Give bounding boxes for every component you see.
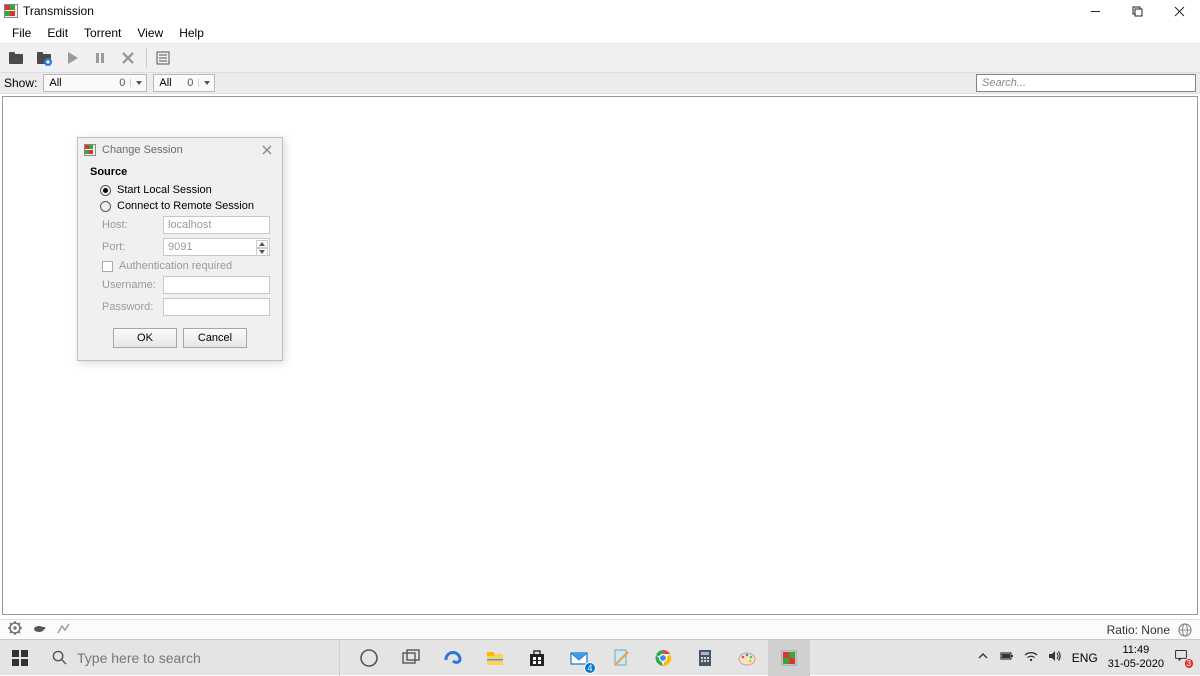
app-icon — [84, 144, 96, 156]
menu-bar: File Edit Torrent View Help — [0, 22, 1200, 44]
file-explorer-icon[interactable] — [474, 640, 516, 676]
volume-icon[interactable] — [1048, 649, 1062, 666]
stats-icon[interactable] — [56, 621, 70, 638]
window-titlebar: Transmission — [0, 0, 1200, 22]
clock-date: 31-05-2020 — [1108, 658, 1164, 671]
action-center-icon[interactable]: 3 — [1174, 649, 1192, 667]
taskbar-search[interactable]: Type here to search — [40, 640, 340, 676]
language-indicator[interactable]: ENG — [1072, 651, 1098, 665]
clock-time: 11:49 — [1108, 644, 1164, 657]
ok-button[interactable]: OK — [113, 328, 177, 348]
password-label: Password: — [102, 301, 157, 313]
radio-local-label[interactable]: Start Local Session — [117, 184, 212, 196]
wifi-icon[interactable] — [1024, 649, 1038, 666]
dialog-section-source: Source — [90, 166, 270, 178]
tray-chevron-icon[interactable] — [976, 649, 990, 666]
filter-bar: Show: All 0 All 0 Search... — [0, 72, 1200, 94]
battery-icon[interactable] — [1000, 649, 1014, 666]
taskbar-search-placeholder: Type here to search — [77, 650, 201, 666]
close-button[interactable] — [1158, 0, 1200, 22]
menu-view[interactable]: View — [129, 23, 171, 43]
store-icon[interactable] — [516, 640, 558, 676]
open-url-button[interactable] — [31, 45, 57, 71]
search-placeholder: Search... — [982, 77, 1026, 89]
toolbar-separator — [146, 48, 147, 68]
toolbar — [0, 44, 1200, 72]
menu-help[interactable]: Help — [171, 23, 212, 43]
filter-status-count: 0 — [114, 77, 130, 89]
taskbar-clock[interactable]: 11:49 31-05-2020 — [1108, 644, 1164, 670]
password-input[interactable] — [163, 298, 270, 316]
filter-tracker-text: All — [154, 77, 176, 89]
filter-tracker-combo[interactable]: All 0 — [153, 74, 215, 92]
filter-status-combo[interactable]: All 0 — [43, 74, 147, 92]
show-label: Show: — [4, 76, 37, 90]
notification-badge: 3 — [1185, 659, 1193, 668]
menu-file[interactable]: File — [4, 23, 39, 43]
edge-icon[interactable] — [432, 640, 474, 676]
start-button[interactable] — [0, 640, 40, 676]
search-input[interactable]: Search... — [976, 74, 1196, 92]
notepad-icon[interactable] — [600, 640, 642, 676]
username-input[interactable] — [163, 276, 270, 294]
auth-required-checkbox[interactable] — [102, 261, 113, 272]
menu-edit[interactable]: Edit — [39, 23, 76, 43]
torrent-list: Change Session Source Start Local Sessio… — [2, 96, 1198, 615]
turtle-icon[interactable] — [32, 621, 46, 638]
mail-badge: 4 — [584, 662, 596, 674]
username-label: Username: — [102, 279, 157, 291]
chrome-icon[interactable] — [642, 640, 684, 676]
dialog-title: Change Session — [102, 144, 183, 156]
minimize-button[interactable] — [1074, 0, 1116, 22]
port-label: Port: — [102, 241, 157, 253]
radio-remote-session[interactable] — [100, 201, 111, 212]
cancel-button[interactable]: Cancel — [183, 328, 247, 348]
app-icon — [4, 4, 18, 18]
chevron-down-icon — [198, 79, 214, 87]
host-input[interactable]: localhost — [163, 216, 270, 234]
dialog-close-button[interactable] — [258, 141, 276, 159]
status-bar: Ratio: None — [0, 619, 1200, 639]
port-input[interactable]: 9091 — [163, 238, 270, 256]
transmission-taskbar-icon[interactable] — [768, 640, 810, 676]
radio-local-session[interactable] — [100, 185, 111, 196]
options-icon[interactable] — [8, 621, 22, 638]
port-spinner[interactable] — [256, 240, 268, 256]
dialog-titlebar: Change Session — [78, 138, 282, 162]
paint-icon[interactable] — [726, 640, 768, 676]
search-icon — [52, 650, 67, 665]
change-session-dialog: Change Session Source Start Local Sessio… — [77, 137, 283, 361]
port-value: 9091 — [168, 241, 192, 253]
ratio-text: Ratio: None — [1107, 623, 1170, 637]
auth-required-label[interactable]: Authentication required — [119, 260, 232, 272]
host-label: Host: — [102, 219, 157, 231]
radio-remote-label[interactable]: Connect to Remote Session — [117, 200, 254, 212]
network-icon[interactable] — [1178, 623, 1192, 637]
window-title: Transmission — [23, 4, 94, 18]
cortana-icon[interactable] — [348, 640, 390, 676]
calculator-icon[interactable] — [684, 640, 726, 676]
remove-button[interactable] — [115, 45, 141, 71]
pause-button[interactable] — [87, 45, 113, 71]
chevron-down-icon — [130, 79, 146, 87]
maximize-button[interactable] — [1116, 0, 1158, 22]
host-value: localhost — [168, 219, 211, 231]
filter-tracker-count: 0 — [182, 77, 198, 89]
filter-status-text: All — [44, 77, 66, 89]
taskbar: Type here to search 4 ENG 11:49 31-05-20… — [0, 639, 1200, 675]
task-view-icon[interactable] — [390, 640, 432, 676]
properties-button[interactable] — [150, 45, 176, 71]
mail-icon[interactable]: 4 — [558, 640, 600, 676]
start-button[interactable] — [59, 45, 85, 71]
open-torrent-button[interactable] — [3, 45, 29, 71]
menu-torrent[interactable]: Torrent — [76, 23, 129, 43]
